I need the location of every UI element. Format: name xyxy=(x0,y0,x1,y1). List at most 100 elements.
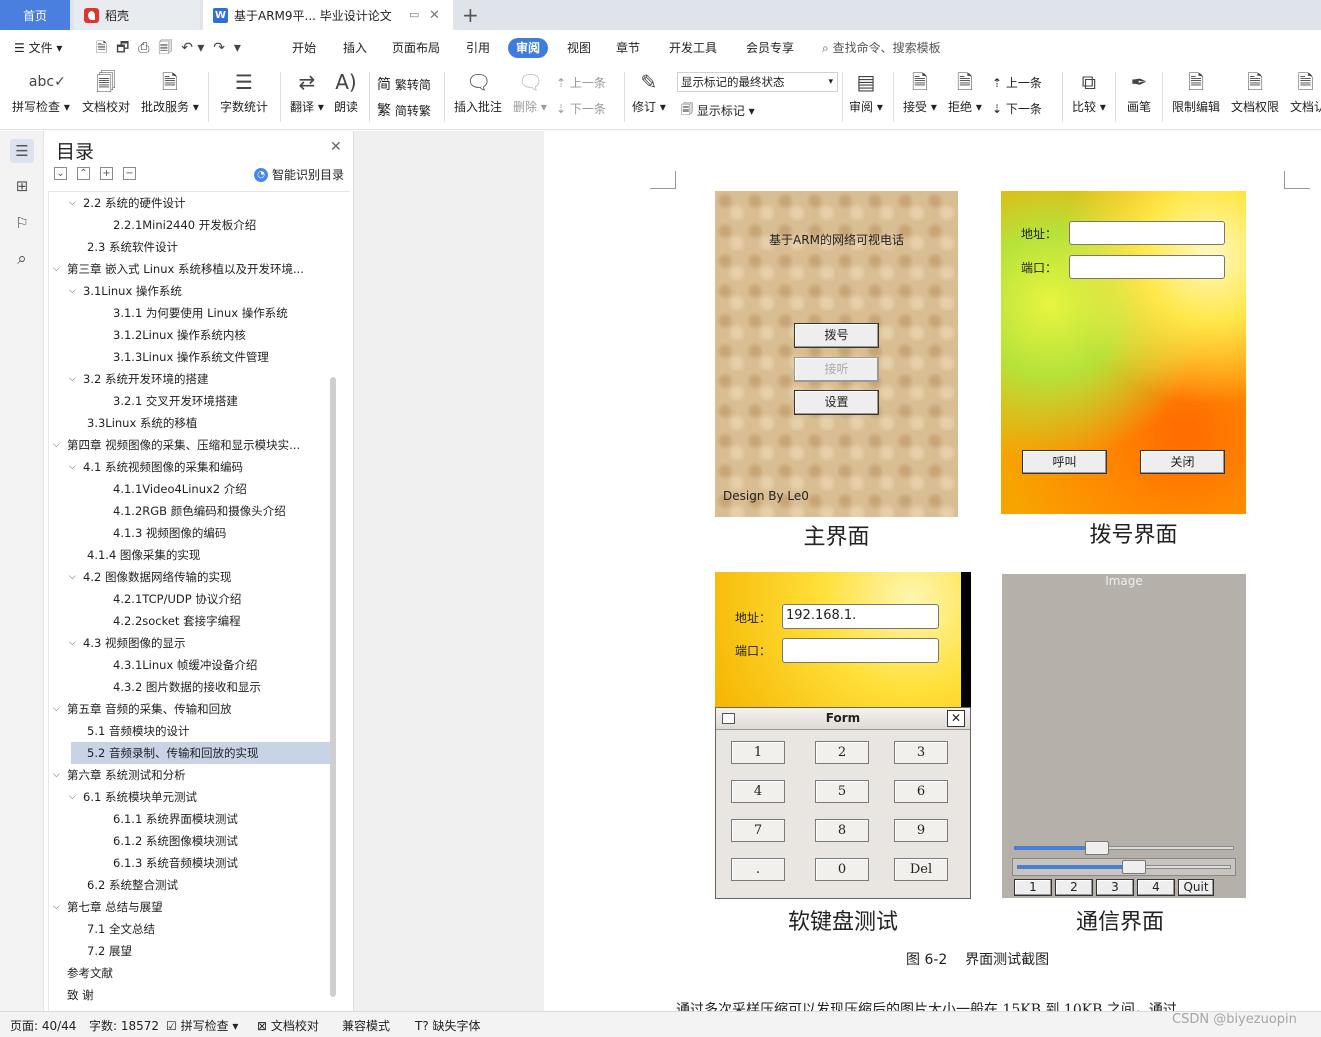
toc-view-icon[interactable]: ☰ xyxy=(10,139,34,163)
menu-reference[interactable]: 引用 xyxy=(466,30,490,66)
new-tab-icon[interactable]: + xyxy=(462,3,479,27)
doc-permission-button[interactable]: 🗎 文档权限 xyxy=(1231,70,1279,115)
close-tab-icon[interactable]: ✕ xyxy=(429,8,440,23)
trad-to-simp-button[interactable]: 简 繁转简 xyxy=(377,74,431,94)
toc-item[interactable]: 4.1.2RGB 颜色编码和摄像头介绍 xyxy=(49,500,331,522)
toc-item[interactable]: ⌵ 第四章 视频图像的采集、压缩和显示模块实... xyxy=(49,434,331,456)
tab-document[interactable]: W 基于ARM9平... 毕业设计论文 ▭ ✕ xyxy=(203,0,453,30)
toc-item[interactable]: 7.2 展望 xyxy=(49,940,331,962)
toc-item[interactable]: 6.1.3 系统音频模块测试 xyxy=(49,852,331,874)
toc-item[interactable]: 2.2.1Mini2440 开发板介绍 xyxy=(49,214,331,236)
search-icon[interactable]: ⌕ xyxy=(12,249,32,269)
chevron-down-icon[interactable]: ⌵ xyxy=(69,368,76,390)
menu-page-layout[interactable]: 页面布局 xyxy=(392,30,440,66)
revise-button[interactable]: ✎ 修订 ▾ xyxy=(632,70,666,115)
tab-home[interactable]: 首页 xyxy=(0,0,70,30)
collapse-all-icon[interactable]: ⌄ xyxy=(54,167,67,180)
toc-item[interactable]: ⌵ 4.1 系统视频图像的采集和编码 xyxy=(49,456,331,478)
toc-item[interactable]: 4.1.3 视频图像的编码 xyxy=(49,522,331,544)
menu-start[interactable]: 开始 xyxy=(292,30,316,66)
markup-state-select[interactable]: 显示标记的最终状态 ▾ xyxy=(677,72,838,92)
toc-item[interactable]: 3.3Linux 系统的移植 xyxy=(49,412,331,434)
toc-item[interactable]: ⌵ 2.2 系统的硬件设计 xyxy=(49,192,331,214)
prev-change-button[interactable]: ⇡ 上一条 xyxy=(992,74,1042,91)
compare-button[interactable]: ⧉ 比较 ▾ xyxy=(1072,70,1106,115)
chevron-down-icon[interactable]: ⌵ xyxy=(53,434,60,456)
chevron-down-icon[interactable]: ⌵ xyxy=(69,786,76,808)
missing-font[interactable]: T? 缺失字体 xyxy=(415,1017,481,1034)
menu-dev-tools[interactable]: 开发工具 xyxy=(669,30,717,66)
insert-comment-button[interactable]: 🗨 插入批注 xyxy=(454,70,502,115)
toc-item[interactable]: ⌵ 4.2 图像数据网络传输的实现 xyxy=(49,566,331,588)
toc-item[interactable]: 4.3.1Linux 帧缓冲设备介绍 xyxy=(49,654,331,676)
menu-chapter[interactable]: 章节 xyxy=(616,30,640,66)
doc-proof-button[interactable]: 🗐 文档校对 xyxy=(82,70,130,115)
chevron-down-icon[interactable]: ⌵ xyxy=(69,192,76,214)
tab-daoke[interactable]: 稻壳 xyxy=(74,0,200,30)
toc-item[interactable]: ⌵ 3.1Linux 操作系统 xyxy=(49,280,331,302)
smart-toc-button[interactable]: ◔ 智能识别目录 xyxy=(254,166,344,183)
add-heading-icon[interactable]: + xyxy=(100,167,113,180)
word-count[interactable]: 字数: 18572 xyxy=(89,1017,159,1034)
doc-auth-button[interactable]: 🗎 文档认 xyxy=(1290,70,1321,115)
simp-to-trad-button[interactable]: 繁 简转繁 xyxy=(377,100,431,120)
chevron-down-icon[interactable]: ⌵ xyxy=(53,764,60,786)
toc-item[interactable]: 7.1 全文总结 xyxy=(49,918,331,940)
prev-comment-button[interactable]: ⇡ 上一条 xyxy=(556,74,606,91)
delete-comment-button[interactable]: 🗨 删除 ▾ xyxy=(513,70,547,115)
chevron-down-icon[interactable]: ⌵ xyxy=(69,632,76,654)
chevron-down-icon[interactable]: ⌵ xyxy=(53,896,60,918)
review-pane-button[interactable]: ▤ 审阅 ▾ xyxy=(849,70,883,115)
batch-service-button[interactable]: 🗎 批改服务 ▾ xyxy=(141,70,199,115)
toc-item[interactable]: ⌵ 3.2 系统开发环境的搭建 xyxy=(49,368,331,390)
toc-item[interactable]: 4.2.1TCP/UDP 协议介绍 xyxy=(49,588,331,610)
quick-access-icons[interactable]: 🗎 🗗 ⎙ 🗐 ↶ ▾ ↷ ▾ xyxy=(96,30,241,66)
menu-view[interactable]: 视图 xyxy=(567,30,591,66)
chevron-down-icon[interactable]: ⌵ xyxy=(53,258,60,280)
toc-item[interactable]: ⌵ 第五章 音频的采集、传输和回放 xyxy=(49,698,331,720)
expand-up-icon[interactable]: ⌃ xyxy=(77,167,90,180)
status-doc-proof[interactable]: ⊠ 文档校对 xyxy=(257,1017,319,1034)
command-search[interactable]: ⌕ 查找命令、搜索模板 xyxy=(822,30,941,66)
close-icon[interactable]: ✕ xyxy=(330,139,342,155)
toc-item[interactable]: 致 谢 xyxy=(49,984,331,1006)
toc-item[interactable]: 5.2 音频录制、传输和回放的实现 xyxy=(71,742,331,764)
menu-member[interactable]: 会员专享 xyxy=(746,30,794,66)
toc-item[interactable]: 6.1.1 系统界面模块测试 xyxy=(49,808,331,830)
chevron-down-icon[interactable]: ⌵ xyxy=(69,566,76,588)
toc-item[interactable]: ⌵ 第三章 嵌入式 Linux 系统移植以及开发环境... xyxy=(49,258,331,280)
document-page[interactable]: 基于ARM的网络可视电话 拨号 接听 设置 Design By Le0 主界面 … xyxy=(544,131,1321,1011)
toc-item[interactable]: 4.3.2 图片数据的接收和显示 xyxy=(49,676,331,698)
toc-scrollbar[interactable] xyxy=(330,377,336,997)
toc-item[interactable]: 参考文献 xyxy=(49,962,331,984)
toc-item[interactable]: 3.1.3Linux 操作系统文件管理 xyxy=(49,346,331,368)
spell-check-button[interactable]: abc✓ 拼写检查 ▾ xyxy=(12,70,70,115)
file-menu[interactable]: ☰ 文件 ▾ xyxy=(14,30,62,66)
toc-item[interactable]: ⌵ 第七章 总结与展望 xyxy=(49,896,331,918)
restrict-edit-button[interactable]: 🗎 限制编辑 xyxy=(1172,70,1220,115)
toc-item[interactable]: 4.1.1Video4Linux2 介绍 xyxy=(49,478,331,500)
menu-insert[interactable]: 插入 xyxy=(343,30,367,66)
menu-review[interactable]: 审阅 xyxy=(508,38,549,58)
chevron-down-icon[interactable]: ⌵ xyxy=(69,280,76,302)
toc-item[interactable]: 6.1.2 系统图像模块测试 xyxy=(49,830,331,852)
toc-item[interactable]: 6.2 系统整合测试 xyxy=(49,874,331,896)
accept-button[interactable]: 🗎 接受 ▾ xyxy=(903,70,937,115)
toc-item[interactable]: ⌵ 第六章 系统测试和分析 xyxy=(49,764,331,786)
remove-heading-icon[interactable]: − xyxy=(123,167,136,180)
pen-button[interactable]: ✒ 画笔 xyxy=(1127,70,1151,115)
toc-item[interactable]: ⌵ 6.1 系统模块单元测试 xyxy=(49,786,331,808)
chevron-down-icon[interactable]: ⌵ xyxy=(53,698,60,720)
next-comment-button[interactable]: ⇣ 下一条 xyxy=(556,100,606,117)
toc-item[interactable]: 4.1.4 图像采集的实现 xyxy=(49,544,331,566)
toc-item[interactable]: 3.1.1 为何要使用 Linux 操作系统 xyxy=(49,302,331,324)
toc-item[interactable]: 3.1.2Linux 操作系统内核 xyxy=(49,324,331,346)
page-indicator[interactable]: 页面: 40/44 xyxy=(10,1017,76,1034)
word-count-button[interactable]: ☰ 字数统计 xyxy=(220,70,268,115)
bookmark-icon[interactable]: ⚐ xyxy=(12,213,32,233)
reject-button[interactable]: 🗎 拒绝 ▾ xyxy=(948,70,982,115)
toc-item[interactable]: 5.1 音频模块的设计 xyxy=(49,720,331,742)
read-aloud-button[interactable]: A) 朗读 xyxy=(334,70,358,115)
toc-item[interactable]: 4.2.2socket 套接字编程 xyxy=(49,610,331,632)
chevron-down-icon[interactable]: ⌵ xyxy=(69,456,76,478)
